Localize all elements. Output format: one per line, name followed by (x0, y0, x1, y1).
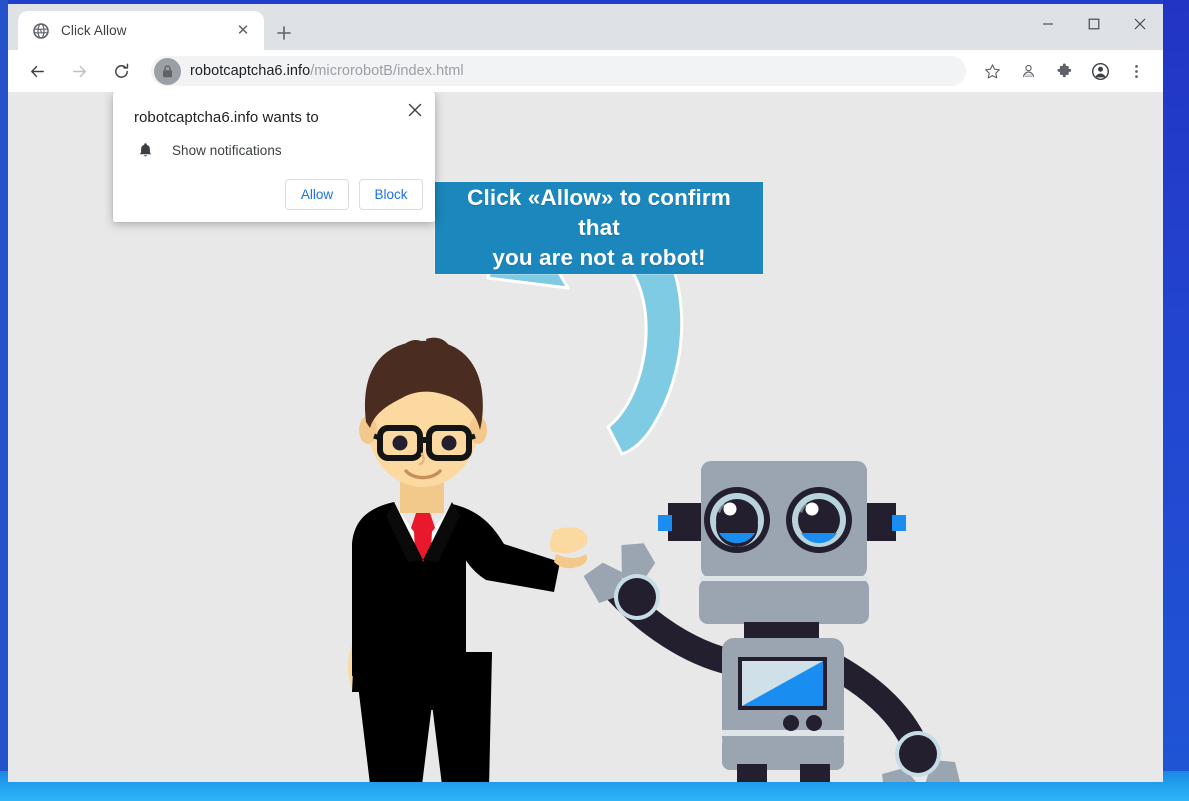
robot-leg-left (737, 764, 767, 782)
bookmark-star-button[interactable] (977, 56, 1007, 86)
robot-claw-left (583, 543, 660, 620)
plus-icon (277, 26, 291, 40)
arrow-left-icon (30, 65, 44, 77)
man-eye-right (441, 435, 457, 451)
account-avatar-icon (1091, 62, 1109, 80)
robot-eye-right (786, 487, 852, 553)
address-bar[interactable]: robotcaptcha6.info/microrobotB/index.htm… (151, 56, 966, 86)
headline-banner: Click «Allow» to confirm that you are no… (435, 182, 763, 274)
notification-permission-dialog[interactable]: robotcaptcha6.info wants to Show notific… (113, 92, 435, 222)
man-in-suit (348, 337, 588, 782)
tab-close-icon[interactable]: ✕ (232, 20, 254, 42)
cartoon-robot (583, 461, 960, 782)
extensions-puzzle-button[interactable] (1049, 56, 1079, 86)
robot-leg-right (800, 764, 830, 782)
close-icon (1134, 18, 1146, 30)
arrow-right-icon (72, 65, 86, 77)
back-button[interactable] (21, 55, 53, 87)
headline-line-1: Click «Allow» to confirm that (467, 185, 731, 241)
window-controls (1025, 4, 1163, 44)
robot-chest-screen (738, 657, 827, 710)
minimize-icon (1043, 23, 1053, 25)
dialog-title: robotcaptcha6.info wants to (134, 109, 319, 126)
maximize-button[interactable] (1071, 4, 1117, 44)
dialog-actions: Allow Block (285, 179, 423, 210)
forward-button[interactable] (63, 55, 95, 87)
browser-tab[interactable]: Click Allow ✕ (18, 11, 264, 50)
close-button[interactable] (1117, 4, 1163, 44)
globe-icon (32, 22, 49, 39)
robot-ear-left (668, 503, 704, 541)
star-icon (984, 63, 1000, 78)
robot-button-left (783, 715, 799, 731)
puzzle-icon (1056, 63, 1071, 77)
robot-arm-right (823, 654, 929, 760)
address-bar-url: robotcaptcha6.info/microrobotB/index.htm… (190, 63, 464, 79)
robot-claw-right (882, 731, 960, 782)
robot-eye-left (704, 487, 770, 553)
three-dots-menu-icon (1134, 64, 1138, 78)
lock-icon (154, 57, 181, 85)
robot-button-right (806, 715, 822, 731)
block-button[interactable]: Block (359, 179, 423, 210)
man-hand-right (550, 527, 588, 554)
headline-text: Click «Allow» to confirm that you are no… (435, 183, 763, 272)
man-eye-left (392, 435, 408, 451)
minimize-button[interactable] (1025, 4, 1071, 44)
url-host: robotcaptcha6.info (190, 63, 311, 79)
browser-toolbar: robotcaptcha6.info/microrobotB/index.htm… (8, 50, 1163, 92)
reload-button[interactable] (105, 55, 137, 87)
tab-strip: Click Allow ✕ (8, 4, 1163, 50)
reload-icon (114, 63, 128, 78)
browser-menu-button[interactable] (1121, 56, 1151, 86)
new-tab-button[interactable] (272, 21, 296, 45)
allow-button[interactable]: Allow (285, 179, 349, 210)
permission-label: Show notifications (172, 142, 282, 158)
account-avatar-button[interactable] (1085, 56, 1115, 86)
frame-right-edge (1163, 0, 1189, 801)
page-viewport: Click «Allow» to confirm that you are no… (8, 92, 1163, 782)
frame-left-edge (0, 0, 8, 801)
permission-row: Show notifications (134, 139, 282, 161)
dialog-close-icon[interactable] (403, 98, 427, 122)
person-badge-icon[interactable] (1013, 56, 1043, 86)
man-arm-right (452, 504, 560, 592)
maximize-icon (1088, 18, 1100, 30)
bell-icon (134, 139, 156, 161)
robot-jaw (699, 579, 869, 624)
browser-window: Click Allow ✕ robotcaptcha6.info/microro… (8, 4, 1163, 782)
tab-title: Click Allow (61, 23, 127, 38)
headline-line-2: you are not a robot! (492, 244, 706, 270)
url-path: /microrobotB/index.html (310, 63, 464, 79)
